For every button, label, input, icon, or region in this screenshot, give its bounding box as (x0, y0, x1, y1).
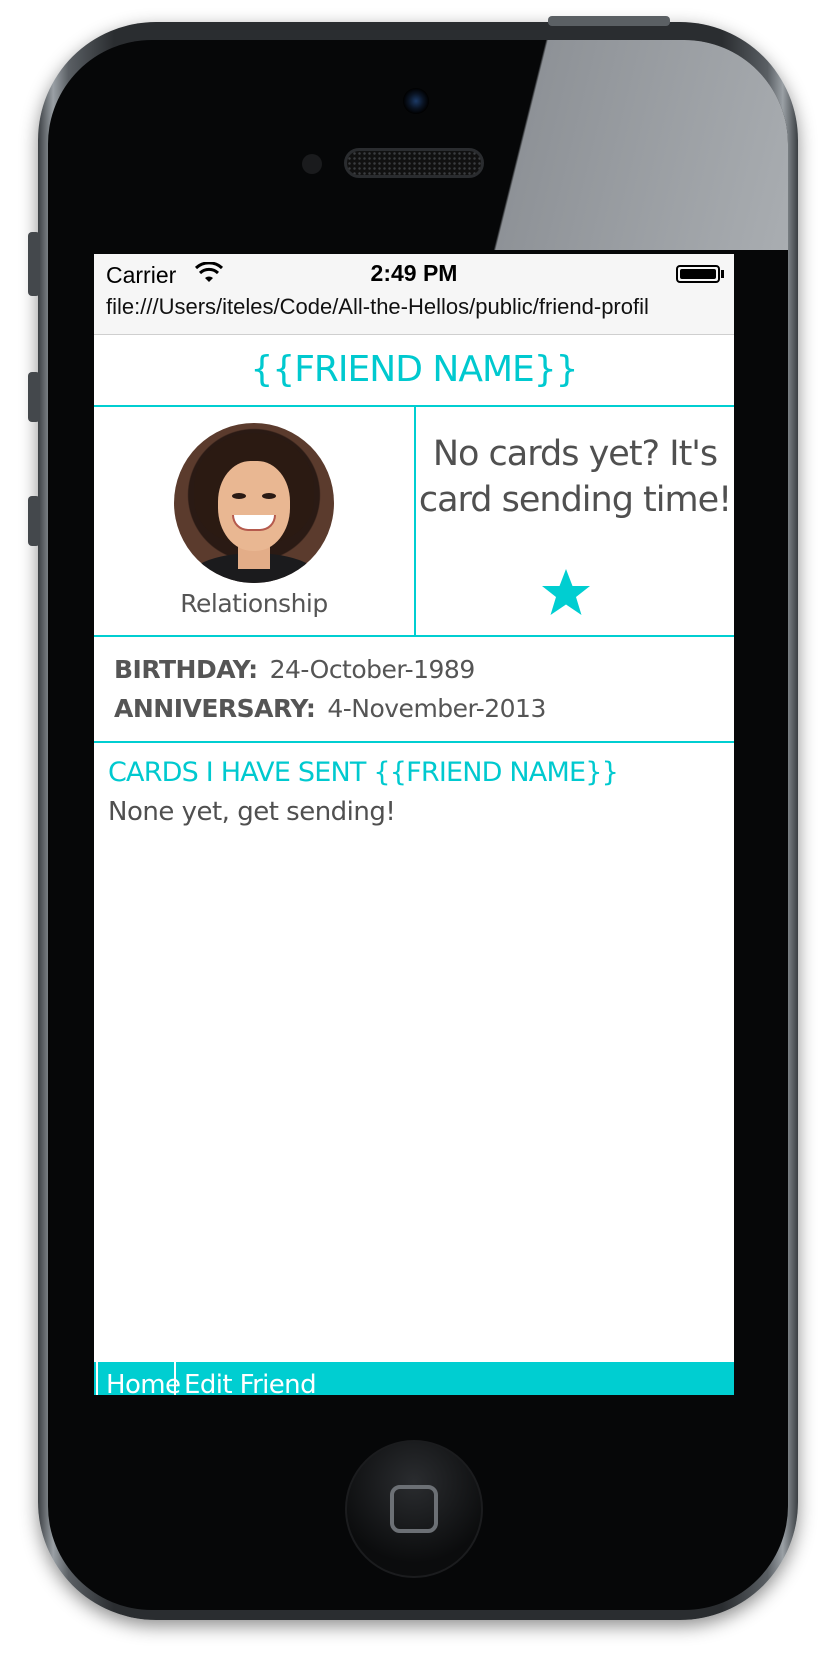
volume-down-button (28, 496, 40, 546)
page-title: {{FRIEND NAME}} (94, 335, 734, 407)
proximity-sensor (302, 154, 322, 174)
earpiece-speaker (344, 148, 484, 178)
anniversary-row: ANNIVERSARY: 4-November-2013 (114, 694, 546, 723)
birthday-label: BIRTHDAY: (114, 655, 258, 684)
mute-switch (28, 232, 40, 296)
friend-profile-page: {{FRIEND NAME}} Relationship No cards ye… (94, 335, 734, 1395)
cards-heading: CARDS I HAVE SENT {{FRIEND NAME}} (108, 757, 619, 788)
power-button (548, 16, 670, 26)
url-bar[interactable]: file:///Users/iteles/Code/All-the-Hellos… (106, 294, 726, 320)
cards-empty-message: None yet, get sending! (108, 797, 396, 827)
url-fade (694, 292, 734, 324)
nav-edit-friend-link[interactable]: Edit Friend (176, 1362, 376, 1395)
screen: Carrier 2:49 PM file:///Users/iteles/Cod… (94, 254, 734, 1395)
birthday-row: BIRTHDAY: 24-October-1989 (114, 655, 475, 684)
star-icon[interactable] (540, 567, 592, 619)
profile-right-panel: No cards yet? It's card sending time! (416, 407, 734, 635)
dates-section: BIRTHDAY: 24-October-1989 ANNIVERSARY: 4-N… (94, 637, 734, 743)
home-square-icon (390, 1485, 438, 1533)
anniversary-value: 4-November-2013 (327, 694, 546, 723)
birthday-value: 24-October-1989 (269, 655, 476, 684)
avatar (174, 423, 334, 583)
clock: 2:49 PM (370, 260, 458, 286)
battery-icon (676, 265, 720, 283)
profile-left-panel: Relationship (94, 407, 416, 635)
status-bar: Carrier 2:49 PM file:///Users/iteles/Cod… (94, 254, 734, 335)
nav-home-link[interactable]: Home (96, 1362, 181, 1395)
relationship-label: Relationship (180, 589, 328, 618)
volume-up-button (28, 372, 40, 422)
bottom-nav: Home Edit Friend (94, 1362, 734, 1395)
front-camera (403, 88, 429, 114)
anniversary-label: ANNIVERSARY: (114, 694, 316, 723)
home-button[interactable] (345, 1440, 483, 1578)
battery-tip (721, 270, 724, 278)
no-cards-message: No cards yet? It's card sending time! (418, 434, 732, 520)
profile-section: Relationship No cards yet? It's card sen… (94, 407, 734, 637)
